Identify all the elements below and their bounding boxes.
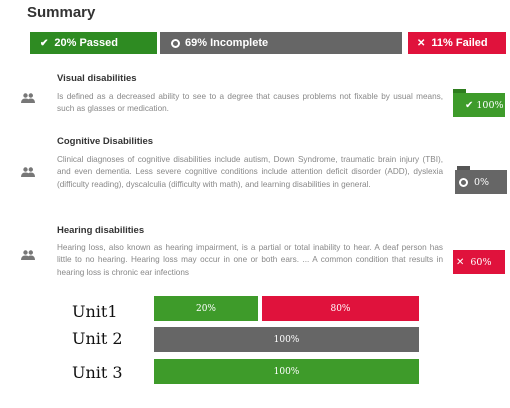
item-description: Is defined as a decreased ability to see… [57,92,443,114]
unit1-passed-bar: 20% [154,296,258,321]
unit-bar-value: 100% [273,366,300,377]
item-title: Visual disabilities [57,73,137,84]
item-title: Cognitive Disabilities [57,136,154,147]
unit1-failed-bar: 80% [262,296,419,321]
status-badge-value: 60% [470,256,492,268]
people-icon [21,250,35,260]
item-description: Clinical diagnoses of cognitive disabili… [57,155,443,189]
unit-bar-value: 20% [195,303,216,314]
check-icon: ✔ [465,99,474,111]
unit-bar-value: 80% [330,303,351,314]
unit3-bar: 100% [154,359,419,384]
unit-bar-value: 100% [273,334,300,345]
circle-icon [459,177,468,187]
people-icon [21,167,35,177]
check-icon: ✔ [40,37,49,49]
badge-tab [453,89,466,93]
summary-passed-label: 20% Passed [54,37,118,49]
item-description: Hearing loss, also known as hearing impa… [57,243,443,277]
unit2-bar: 100% [154,327,419,352]
unit-label: Unit 3 [72,363,123,382]
summary-failed[interactable]: ✕ 11% Failed [408,32,506,54]
summary-incomplete[interactable]: 69% Incomplete [160,32,402,54]
summary-passed[interactable]: ✔ 20% Passed [30,32,157,54]
summary-failed-label: 11% Failed [431,37,488,49]
close-icon: ✕ [456,256,465,268]
unit-label: Unit1 [72,302,118,321]
status-badge[interactable]: ✕ 60% [453,250,505,274]
badge-tab [457,166,470,170]
status-badge-value: 0% [474,176,490,188]
status-badge[interactable]: 0% [455,170,507,194]
page-title: Summary [27,4,96,21]
status-badge[interactable]: ✔ 100% [453,93,505,117]
circle-icon [171,38,180,48]
unit-label: Unit 2 [72,329,123,348]
close-icon: ✕ [417,37,426,49]
summary-incomplete-label: 69% Incomplete [185,37,269,49]
status-badge-value: 100% [476,99,504,111]
summary-bar: ✔ 20% Passed 69% Incomplete ✕ 11% Failed [30,32,506,54]
item-title: Hearing disabilities [57,225,145,236]
people-icon [21,93,35,103]
